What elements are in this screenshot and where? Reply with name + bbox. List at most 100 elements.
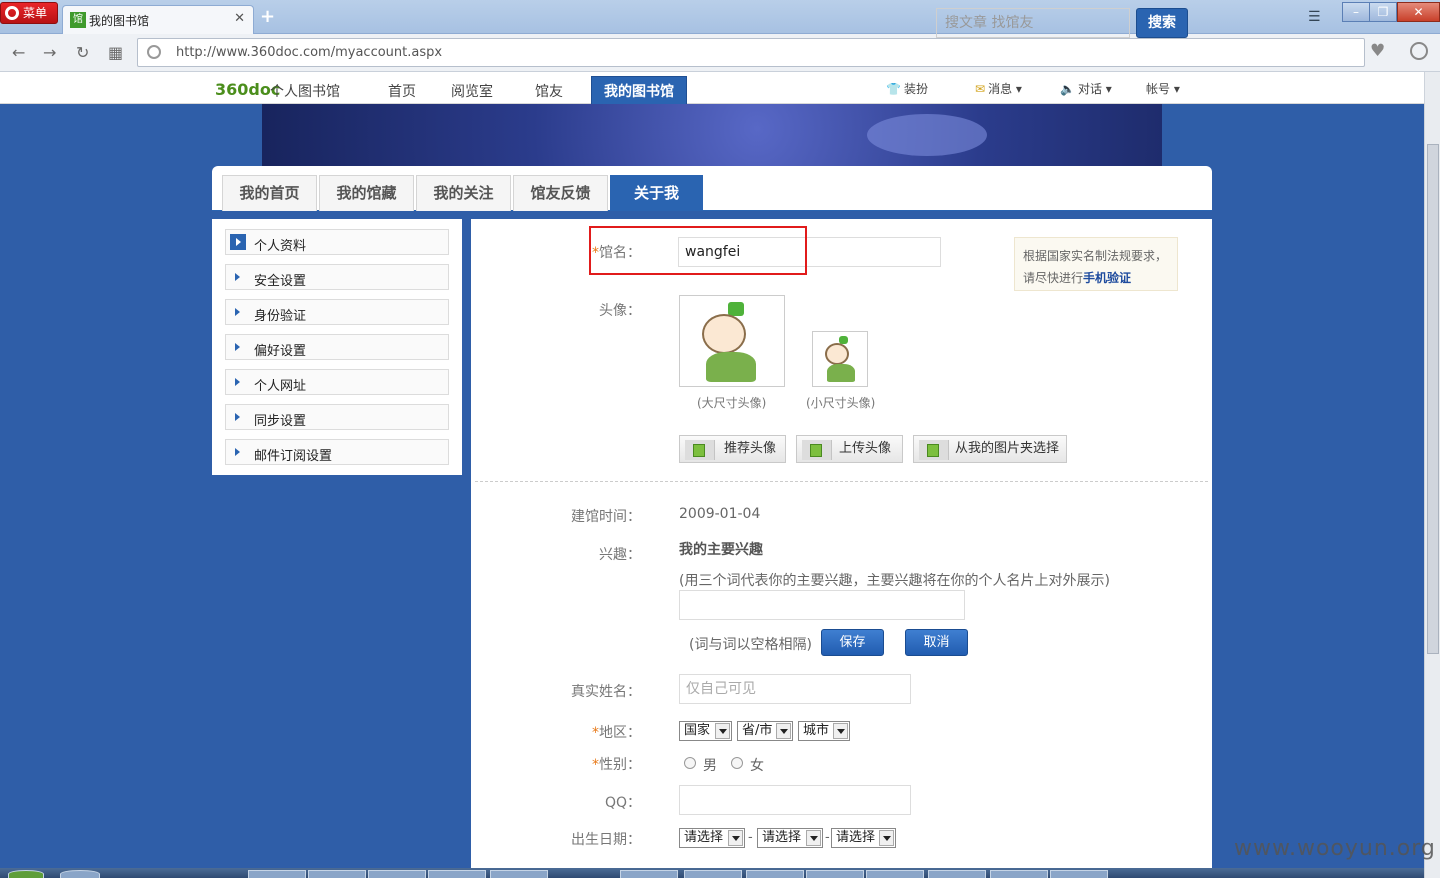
phone-verify-link[interactable]: 手机验证: [1083, 271, 1131, 285]
recommend-avatar-button[interactable]: 推荐头像: [679, 435, 786, 463]
birth-day-select[interactable]: 请选择: [831, 828, 896, 848]
url-field[interactable]: http://www.360doc.com/myaccount.aspx: [137, 38, 1365, 67]
tab-my-home[interactable]: 我的首页: [222, 175, 317, 211]
interest-hint: (用三个词代表你的主要兴趣，主要兴趣将在你的个人名片上对外展示): [679, 573, 1110, 589]
avatar-small-caption: (小尺寸头像): [806, 396, 876, 410]
taskbar-item[interactable]: [806, 870, 864, 878]
banner-decoration: [867, 114, 987, 156]
sidebar-item-security[interactable]: 安全设置: [225, 264, 449, 290]
bookmark-heart-icon[interactable]: ♥: [1370, 41, 1385, 61]
sidebar-item-preferences[interactable]: 偏好设置: [225, 334, 449, 360]
tab-about-me[interactable]: 关于我: [610, 175, 703, 211]
site-info-icon[interactable]: [147, 45, 161, 59]
nav-reading-room[interactable]: 阅览室: [451, 81, 493, 101]
tab-title: 我的图书馆: [89, 14, 150, 28]
taskbar-item[interactable]: [684, 870, 742, 878]
choose-from-album-button[interactable]: 从我的图片夹选择: [913, 435, 1067, 463]
sidebar-item-profile[interactable]: 个人资料: [225, 229, 449, 255]
realname-input[interactable]: 仅自己可见: [679, 674, 911, 704]
window-close-button[interactable]: ✕: [1397, 2, 1440, 22]
opera-logo-icon: [5, 6, 19, 20]
chevron-down-icon: [806, 830, 821, 846]
interest-separator-hint: (词与词以空格相隔): [689, 637, 812, 653]
region-label: *地区：: [592, 725, 641, 741]
search-button[interactable]: 搜索: [1136, 8, 1188, 38]
country-select[interactable]: 国家: [679, 721, 732, 741]
upload-avatar-button[interactable]: 上传头像: [796, 435, 903, 463]
forward-icon[interactable]: →: [43, 43, 56, 62]
search-input[interactable]: 搜文章 找馆友: [936, 8, 1130, 38]
tool-dressup[interactable]: 👕 装扮: [886, 80, 928, 97]
interest-title: 我的主要兴趣: [679, 542, 763, 558]
created-value: 2009-01-04: [679, 506, 761, 522]
gender-male-radio[interactable]: [684, 757, 696, 769]
gender-label: *性别：: [592, 757, 641, 773]
shirt-icon: 👕: [886, 82, 901, 96]
nav-friends[interactable]: 馆友: [535, 81, 563, 101]
sidebar-item-sync[interactable]: 同步设置: [225, 404, 449, 430]
sidebar-item-personal-url[interactable]: 个人网址: [225, 369, 449, 395]
start-button[interactable]: [8, 870, 44, 878]
gender-female-radio[interactable]: [731, 757, 743, 769]
taskbar-item[interactable]: [990, 870, 1048, 878]
interest-input[interactable]: [679, 590, 965, 620]
avatar-small-image: [812, 331, 868, 387]
browser-menu-button[interactable]: 菜单: [0, 2, 58, 24]
tab-close-icon[interactable]: ✕: [234, 11, 245, 26]
birth-label: 出生日期：: [571, 832, 641, 848]
gender-male-label: 男: [703, 758, 717, 774]
scrollbar-thumb[interactable]: [1427, 144, 1439, 654]
tool-chat[interactable]: 🔈 对话 ▾: [1060, 80, 1112, 97]
address-toolbar: ← → ↻ ▦ http://www.360doc.com/myaccount.…: [0, 34, 1440, 72]
cancel-interest-button[interactable]: 取消: [905, 629, 968, 656]
qq-label: QQ：: [604, 795, 641, 811]
taskbar-item[interactable]: [308, 870, 366, 878]
arrow-right-icon: [235, 343, 240, 351]
tab-my-collection[interactable]: 我的馆藏: [319, 175, 414, 211]
tab-my-follows[interactable]: 我的关注: [416, 175, 511, 211]
nav-my-library[interactable]: 我的图书馆: [591, 76, 687, 106]
taskbar-item[interactable]: [928, 870, 986, 878]
page-scrollbar[interactable]: [1424, 72, 1440, 878]
chevron-down-icon: [833, 723, 848, 739]
album-icon: [919, 440, 949, 460]
taskbar-item[interactable]: [428, 870, 486, 878]
tool-account[interactable]: 帐号 ▾: [1146, 80, 1180, 97]
new-tab-icon[interactable]: +: [260, 6, 275, 27]
avatar-label: 头像：: [599, 303, 641, 319]
qq-input[interactable]: [679, 785, 911, 815]
sidebar-item-email-subscription[interactable]: 邮件订阅设置: [225, 439, 449, 465]
city-select[interactable]: 城市: [798, 721, 850, 741]
sidebar-item-identity[interactable]: 身份验证: [225, 299, 449, 325]
browser-tab[interactable]: 馆 我的图书馆 ✕: [62, 5, 254, 34]
arrow-right-icon: [235, 413, 240, 421]
tool-messages[interactable]: ✉ 消息 ▾: [975, 80, 1022, 97]
speed-dial-icon[interactable]: ▦: [108, 43, 123, 62]
taskbar-item[interactable]: [746, 870, 804, 878]
nav-home[interactable]: 首页: [388, 81, 416, 101]
reload-icon[interactable]: ↻: [76, 43, 89, 62]
taskbar-item[interactable]: [620, 870, 678, 878]
account-icon[interactable]: [1410, 42, 1428, 60]
back-icon[interactable]: ←: [12, 43, 25, 62]
taskbar-item[interactable]: [60, 870, 100, 878]
taskbar-item[interactable]: [248, 870, 306, 878]
arrow-right-icon: [236, 238, 241, 246]
taskbar-item[interactable]: [1050, 870, 1108, 878]
settings-sidebar: 个人资料 安全设置 身份验证 偏好设置 个人网址 同步设置 邮件订阅设置: [212, 219, 462, 475]
tab-friend-feedback[interactable]: 馆友反馈: [513, 175, 608, 211]
taskbar-item[interactable]: [368, 870, 426, 878]
taskbar-item[interactable]: [490, 870, 548, 878]
site-logo-sub: 个人图书馆: [270, 84, 340, 100]
birth-year-select[interactable]: 请选择: [679, 828, 745, 848]
tab-list-icon[interactable]: ☰: [1308, 9, 1321, 25]
avatar-icon: [685, 440, 715, 460]
upload-icon: [802, 440, 832, 460]
save-interest-button[interactable]: 保存: [821, 629, 884, 656]
taskbar-item[interactable]: [866, 870, 924, 878]
window-minimize-button[interactable]: –: [1342, 2, 1370, 22]
province-select[interactable]: 省/市: [737, 721, 793, 741]
birth-month-select[interactable]: 请选择: [757, 828, 823, 848]
interest-label: 兴趣：: [599, 547, 641, 563]
window-maximize-button[interactable]: ❐: [1369, 2, 1397, 22]
